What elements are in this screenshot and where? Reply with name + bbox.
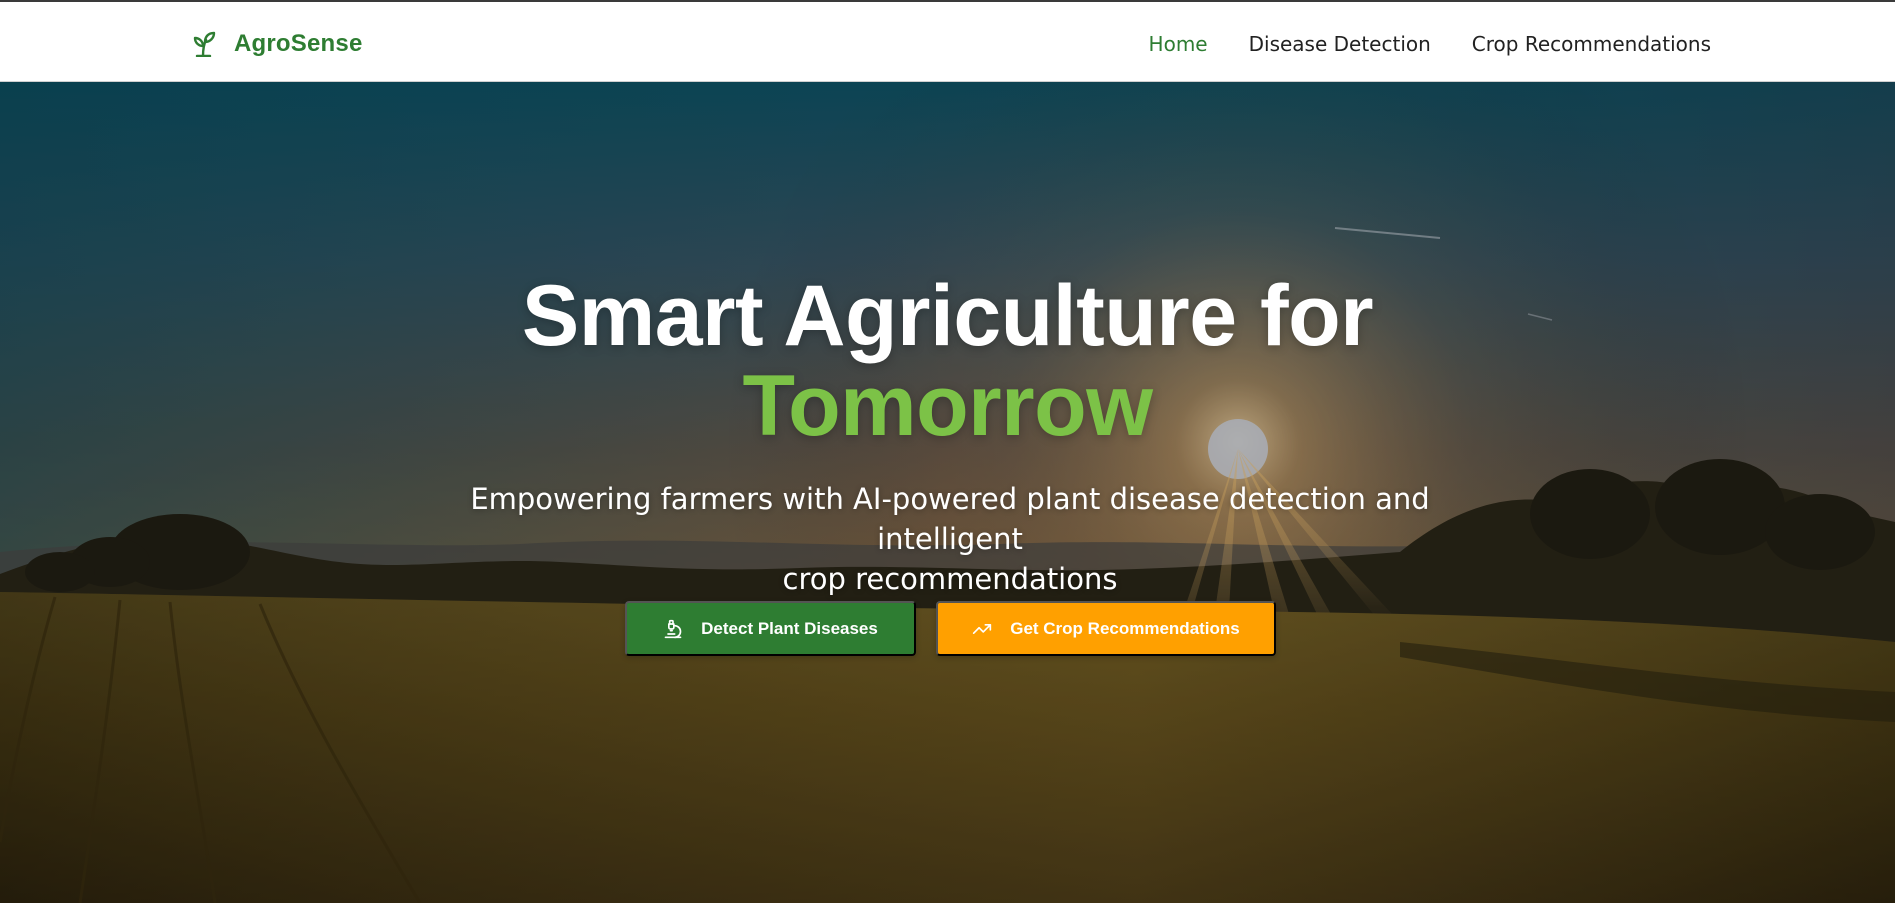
hero-subtitle: Empowering farmers with AI-powered plant… [400,479,1500,599]
detect-plant-diseases-button[interactable]: Detect Plant Diseases [625,601,916,656]
hero-content: Smart Agriculture for Tomorrow Empowerin… [0,82,1895,903]
hero-subtitle-line1: Empowering farmers with AI-powered plant… [470,482,1430,556]
hero-subtitle-line2: crop recommendations [782,562,1118,596]
navbar: AgroSense Home Disease Detection Crop Re… [0,2,1895,82]
seedling-icon [192,29,218,59]
nav-link-disease-detection[interactable]: Disease Detection [1249,29,1431,59]
hero-headline: Smart Agriculture for [521,268,1374,364]
nav-link-home[interactable]: Home [1149,29,1208,59]
trending-up-icon [972,619,992,639]
nav-link-crop-recommendations[interactable]: Crop Recommendations [1472,29,1711,59]
brand-name: AgroSense [234,30,363,57]
get-crop-recommendations-button[interactable]: Get Crop Recommendations [936,601,1276,656]
hero-section: Smart Agriculture for Tomorrow Empowerin… [0,82,1895,903]
brand-logo-link[interactable]: AgroSense [192,29,363,59]
nav-links: Home Disease Detection Crop Recommendati… [1149,29,1711,59]
hero-headline-accent: Tomorrow [742,358,1153,454]
detect-plant-diseases-label: Detect Plant Diseases [701,618,878,638]
get-crop-recommendations-label: Get Crop Recommendations [1010,618,1240,638]
microscope-icon [663,619,683,639]
